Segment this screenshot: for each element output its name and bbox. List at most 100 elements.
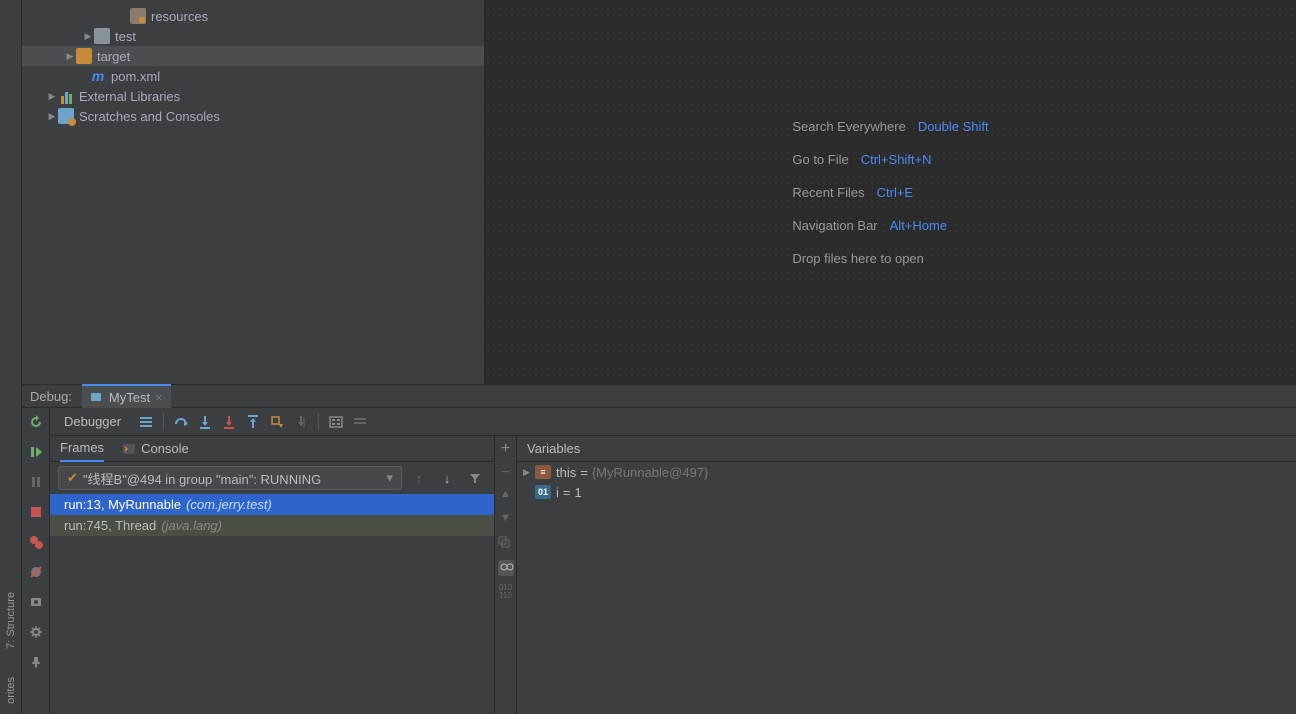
- folder-r-icon: [130, 8, 146, 24]
- hint-label: Search Everywhere: [792, 119, 905, 134]
- next-frame-icon[interactable]: ↓: [436, 467, 458, 489]
- variable-value: {MyRunnable@497}: [592, 465, 709, 480]
- hint-shortcut: Alt+Home: [890, 218, 947, 233]
- rerun-button[interactable]: [26, 412, 46, 432]
- lib-icon: [58, 88, 74, 104]
- tree-item[interactable]: resources: [22, 6, 484, 26]
- tree-item-label: target: [97, 49, 130, 64]
- scratch-icon: [58, 108, 74, 124]
- resume-button[interactable]: [26, 442, 46, 462]
- variables-rail: + − ▲ ▼ 010110: [495, 436, 517, 714]
- close-icon[interactable]: ×: [155, 390, 163, 405]
- settings-button[interactable]: [26, 622, 46, 642]
- mute-breakpoints-button[interactable]: [26, 562, 46, 582]
- stack-frame[interactable]: run:13, MyRunnable (com.jerry.test): [50, 494, 494, 515]
- get-thread-dump-button[interactable]: [26, 592, 46, 612]
- frame-package: (com.jerry.test): [186, 497, 272, 512]
- duplicate-watch-icon[interactable]: [498, 536, 514, 552]
- run-to-cursor-icon[interactable]: [290, 411, 312, 433]
- trace-current-stream-chain-icon[interactable]: [349, 411, 371, 433]
- debugger-tab[interactable]: Debugger: [50, 408, 135, 436]
- check-icon: ✔: [67, 470, 78, 486]
- editor-hint: Drop files here to open: [792, 251, 988, 266]
- frames-list[interactable]: run:13, MyRunnable (com.jerry.test) run:74…: [50, 494, 494, 714]
- expand-arrow-icon[interactable]: [46, 111, 58, 122]
- frames-panel: Frames Console ✔ "线程B"@494 in group "mai…: [50, 436, 495, 714]
- editor-hint: Go to File Ctrl+Shift+N: [792, 152, 988, 167]
- variable-name: i: [556, 485, 559, 500]
- stack-frame[interactable]: run:745, Thread(java.lang): [50, 515, 494, 536]
- tree-item-label: pom.xml: [111, 69, 160, 84]
- left-tool-strip: 7: Structure orites: [0, 0, 22, 714]
- thread-selector[interactable]: ✔ "线程B"@494 in group "main": RUNNING: [58, 466, 402, 490]
- structure-tool-button[interactable]: 7: Structure: [5, 592, 17, 649]
- expand-arrow-icon[interactable]: [82, 31, 94, 42]
- editor-hint: Navigation Bar Alt+Home: [792, 218, 988, 233]
- move-up-icon[interactable]: ▲: [498, 488, 514, 504]
- folder-icon: [94, 28, 110, 44]
- binary-view-icon[interactable]: 010110: [498, 584, 514, 600]
- prev-frame-icon[interactable]: ↑: [408, 467, 430, 489]
- variables-list[interactable]: ▶≡this = {MyRunnable@497}01i = 1: [517, 462, 1296, 502]
- tree-item-label: Scratches and Consoles: [79, 109, 220, 124]
- tree-item-label: resources: [151, 9, 208, 24]
- force-step-into-icon[interactable]: [218, 411, 240, 433]
- separator: [318, 413, 319, 431]
- tree-item[interactable]: test: [22, 26, 484, 46]
- stop-button[interactable]: [26, 502, 46, 522]
- frame-text: run:745, Thread: [64, 518, 156, 533]
- tree-item-label: test: [115, 29, 136, 44]
- frames-tab[interactable]: Frames: [60, 436, 104, 462]
- variable-name: this: [556, 465, 576, 480]
- variable-row[interactable]: ▶≡this = {MyRunnable@497}: [517, 462, 1296, 482]
- m-icon: m: [90, 68, 106, 84]
- project-tree[interactable]: resources test target m pom.xml External Libr…: [22, 0, 485, 384]
- view-breakpoints-button[interactable]: [26, 532, 46, 552]
- hint-label: Recent Files: [792, 185, 864, 200]
- show-execution-point-icon[interactable]: [135, 411, 157, 433]
- thread-name: "线程B"@494 in group "main": RUNNING: [83, 469, 321, 488]
- expand-arrow-icon[interactable]: ▶: [523, 467, 535, 478]
- tree-item[interactable]: External Libraries: [22, 86, 484, 106]
- hint-shortcut: Ctrl+Shift+N: [861, 152, 932, 167]
- tree-item[interactable]: m pom.xml: [22, 66, 484, 86]
- editor-hint: Search Everywhere Double Shift: [792, 119, 988, 134]
- folder-y-icon: [76, 48, 92, 64]
- hint-shortcut: Ctrl+E: [877, 185, 913, 200]
- hint-label: Drop files here to open: [792, 251, 924, 266]
- variable-type-icon: ≡: [535, 465, 551, 479]
- hint-label: Go to File: [792, 152, 848, 167]
- variables-panel: Variables ▶≡this = {MyRunnable@497}01i =…: [517, 436, 1296, 714]
- debug-session-name: MyTest: [109, 390, 150, 405]
- remove-watch-icon[interactable]: −: [498, 464, 514, 480]
- variable-row[interactable]: 01i = 1: [517, 482, 1296, 502]
- separator: [163, 413, 164, 431]
- filter-frames-icon[interactable]: [464, 467, 486, 489]
- new-watch-icon[interactable]: +: [498, 440, 514, 456]
- evaluate-expression-icon[interactable]: [325, 411, 347, 433]
- tree-item[interactable]: target: [22, 46, 484, 66]
- step-out-icon[interactable]: [242, 411, 264, 433]
- variables-tab[interactable]: Variables: [527, 441, 580, 456]
- console-tab[interactable]: Console: [122, 441, 189, 456]
- expand-arrow-icon[interactable]: [46, 91, 58, 102]
- frame-text: run:13, MyRunnable: [64, 497, 181, 512]
- debug-left-rail: [22, 408, 50, 714]
- drop-frame-icon[interactable]: [266, 411, 288, 433]
- hint-label: Navigation Bar: [792, 218, 877, 233]
- debug-label: Debug:: [30, 389, 72, 404]
- pause-button[interactable]: [26, 472, 46, 492]
- tree-item-label: External Libraries: [79, 89, 180, 104]
- step-into-icon[interactable]: [194, 411, 216, 433]
- expand-arrow-icon[interactable]: [64, 51, 76, 62]
- favorites-tool-button[interactable]: orites: [5, 677, 17, 704]
- run-config-icon: [90, 390, 104, 404]
- step-over-icon[interactable]: [170, 411, 192, 433]
- tree-item[interactable]: Scratches and Consoles: [22, 106, 484, 126]
- debug-session-tab[interactable]: MyTest ×: [82, 384, 171, 408]
- move-down-icon[interactable]: ▼: [498, 512, 514, 528]
- hint-shortcut: Double Shift: [918, 119, 989, 134]
- debug-tool-window-header: Debug: MyTest ×: [22, 384, 1296, 408]
- pin-button[interactable]: [26, 652, 46, 672]
- show-watches-icon[interactable]: [498, 560, 514, 576]
